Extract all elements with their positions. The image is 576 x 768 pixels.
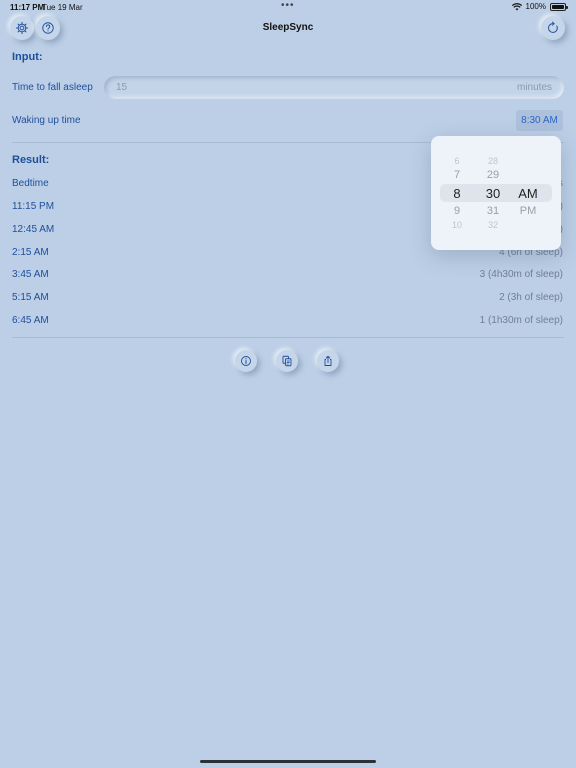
- status-right: 100%: [511, 2, 568, 11]
- info-icon: [241, 356, 251, 366]
- picker-option[interactable]: 28: [481, 156, 505, 166]
- fall-asleep-input[interactable]: 15 minutes: [104, 76, 564, 99]
- picker-option[interactable]: 10: [447, 220, 467, 230]
- result-time: 11:15 PM: [12, 201, 55, 212]
- picker-option[interactable]: 7: [447, 169, 467, 181]
- reset-button[interactable]: [541, 16, 565, 40]
- result-detail: 3 (4h30m of sleep): [479, 269, 563, 280]
- picker-option[interactable]: 31: [481, 205, 505, 217]
- picker-option[interactable]: 6: [447, 156, 467, 166]
- copy-icon: [282, 355, 292, 367]
- picker-selected-period[interactable]: AM: [515, 186, 541, 201]
- wake-time-picker[interactable]: 6 7 8 9 10 28 29 30 31 32 AM PM: [431, 136, 561, 250]
- home-indicator[interactable]: [200, 760, 376, 763]
- result-time: 12:45 AM: [12, 224, 55, 235]
- picker-option[interactable]: PM: [515, 205, 541, 217]
- app-title: SleepSync: [262, 22, 314, 33]
- picker-option[interactable]: 9: [447, 205, 467, 217]
- share-icon: [324, 355, 332, 366]
- fall-asleep-value: 15: [116, 82, 128, 93]
- copy-button[interactable]: [276, 350, 298, 372]
- result-detail: 2 (3h of sleep): [499, 292, 563, 303]
- status-date: Tue 19 Mar: [42, 3, 83, 12]
- battery-icon: [550, 2, 568, 11]
- result-time: 2:15 AM: [12, 247, 49, 258]
- fall-asleep-label: Time to fall asleep: [12, 82, 93, 93]
- result-time: 3:45 AM: [12, 269, 49, 280]
- multitasking-dots[interactable]: •••: [281, 0, 295, 11]
- result-time: 5:15 AM: [12, 292, 49, 303]
- divider: [12, 337, 564, 338]
- battery-percent: 100%: [525, 2, 546, 11]
- bedtime-label: Bedtime: [12, 178, 49, 189]
- share-button[interactable]: [317, 350, 339, 372]
- picker-selected-hour[interactable]: 8: [447, 186, 467, 201]
- wake-label: Waking up time: [12, 115, 81, 126]
- minutes-unit: minutes: [516, 82, 552, 93]
- picker-option[interactable]: 32: [481, 220, 505, 230]
- result-heading: Result:: [12, 154, 50, 166]
- result-time: 6:45 AM: [12, 315, 49, 326]
- status-bar: 11:17 PM Tue 19 Mar ••• 100%: [0, 0, 576, 14]
- picker-option[interactable]: 29: [481, 169, 505, 181]
- picker-selected-minute[interactable]: 30: [481, 186, 505, 201]
- status-time: 11:17 PM: [10, 3, 45, 12]
- info-button[interactable]: [235, 350, 257, 372]
- result-detail: 1 (1h30m of sleep): [479, 315, 563, 326]
- wake-time-button[interactable]: 8:30 AM: [516, 110, 563, 131]
- input-heading: Input:: [12, 51, 43, 63]
- refresh-icon: [548, 21, 558, 33]
- wifi-icon: [511, 2, 522, 10]
